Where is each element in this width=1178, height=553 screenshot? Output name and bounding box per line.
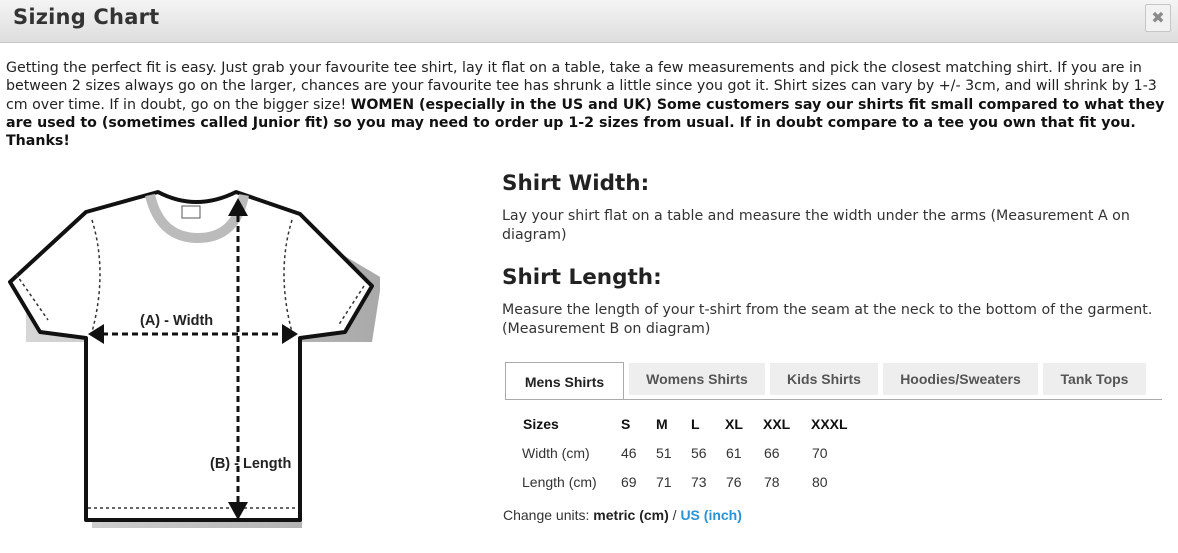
tshirt-diagram: (A) - Width (B) - Length: [8, 190, 380, 528]
shirt-tag: [181, 205, 201, 219]
close-icon: ✖: [1151, 8, 1165, 27]
table-cell: 66: [764, 445, 780, 461]
table-header-cell: XL: [725, 416, 743, 432]
table-cell: 46: [621, 445, 637, 461]
units-label: Change units:: [503, 507, 590, 523]
tab-mens-shirts[interactable]: Mens Shirts: [505, 362, 624, 399]
units-metric-option[interactable]: metric (cm): [593, 507, 668, 523]
table-cell: 70: [812, 445, 828, 461]
table-cell: 71: [656, 474, 672, 490]
table-header-cell: S: [621, 416, 631, 432]
table-cell: 73: [691, 474, 707, 490]
table-row-label: Width (cm): [522, 445, 590, 461]
tab-kids-shirts[interactable]: Kids Shirts: [770, 363, 878, 395]
size-tabs: Mens Shirts Womens Shirts Kids Shirts Ho…: [505, 362, 1162, 400]
width-diagram-label: (A) - Width: [140, 313, 213, 329]
shirt-length-text: Measure the length of your t-shirt from …: [502, 302, 1153, 337]
table-header-cell: L: [691, 416, 700, 432]
table-row-label: Length (cm): [522, 474, 597, 490]
length-diagram-label: (B) - Length: [210, 456, 291, 472]
table-header-cell: XXXL: [811, 416, 848, 432]
tab-womens-shirts[interactable]: Womens Shirts: [629, 363, 765, 395]
tab-tank-tops[interactable]: Tank Tops: [1043, 363, 1146, 395]
units-us-link[interactable]: US (inch): [680, 507, 741, 523]
table-cell: 80: [812, 474, 828, 490]
table-cell: 78: [764, 474, 780, 490]
table-header-cell: M: [656, 416, 668, 432]
table-cell: 51: [656, 445, 672, 461]
table-header-cell: Sizes: [523, 416, 559, 432]
table-cell: 61: [726, 445, 742, 461]
tab-hoodies-sweaters[interactable]: Hoodies/Sweaters: [883, 363, 1038, 395]
table-header-cell: XXL: [763, 416, 791, 432]
dialog-title: Sizing Chart: [13, 5, 160, 29]
close-button[interactable]: ✖: [1145, 4, 1171, 32]
shirt-width-title: Shirt Width:: [502, 171, 650, 196]
intro-text: Getting the perfect fit is easy. Just gr…: [6, 59, 1171, 150]
table-cell: 69: [621, 474, 637, 490]
shirt-width-text: Lay your shirt flat on a table and measu…: [502, 208, 1130, 243]
change-units: Change units: metric (cm) / US (inch): [503, 507, 742, 523]
table-cell: 76: [726, 474, 742, 490]
units-separator: /: [672, 507, 677, 523]
shirt-length-title: Shirt Length:: [502, 265, 662, 290]
dialog-header: Sizing Chart ✖: [0, 0, 1178, 43]
table-cell: 56: [691, 445, 707, 461]
